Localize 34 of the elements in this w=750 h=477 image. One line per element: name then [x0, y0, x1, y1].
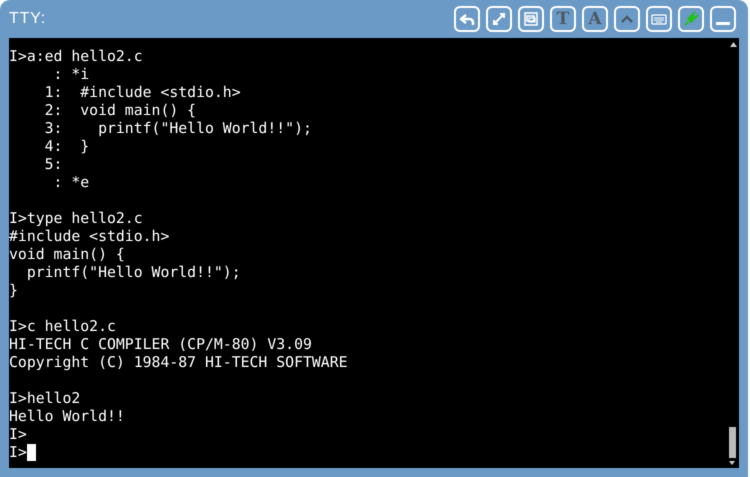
screen-icon — [522, 10, 540, 28]
undo-button[interactable] — [454, 6, 480, 32]
connect-button[interactable] — [678, 6, 704, 32]
terminal-line: 1: #include <stdio.h> — [44, 84, 241, 102]
fullscreen-button[interactable] — [486, 6, 512, 32]
terminal-line: 4: } — [44, 138, 90, 156]
expand-icon — [490, 10, 508, 28]
minimize-button[interactable] — [710, 6, 736, 32]
terminal-line: printf("Hello World!!"); — [26, 264, 241, 282]
terminal-line: #include <stdio.h> — [9, 228, 170, 246]
scrollbar-thumb[interactable] — [729, 427, 736, 458]
minimize-icon — [716, 22, 730, 24]
terminal-line: HI-TECH C COMPILER (CP/M-80) V3.09 — [9, 336, 312, 354]
terminal-line: : *i — [52, 66, 90, 84]
terminal-line: I>type hello2.c — [9, 210, 143, 228]
terminal-line: Hello World!! — [9, 408, 125, 426]
terminal-line: I> — [9, 444, 27, 462]
terminal-line: void main() { — [9, 246, 125, 264]
terminal-line: I>a:ed hello2.c — [9, 48, 143, 66]
plug-icon — [682, 10, 700, 28]
window-title: TTY: — [9, 9, 46, 29]
terminal-line: : *e — [52, 174, 90, 192]
keyboard-button[interactable] — [646, 6, 672, 32]
terminal-line: 2: void main() { — [44, 102, 196, 120]
terminal-line: I> — [9, 426, 27, 444]
terminal-line: } — [9, 282, 18, 300]
terminal-line: 5: — [44, 156, 62, 174]
terminal-line: I>hello2 — [9, 390, 80, 408]
terminal-line: Copyright (C) 1984-87 HI-TECH SOFTWARE — [9, 354, 348, 372]
scroll-down-icon[interactable] — [729, 461, 735, 465]
terminal-line: 3: printf("Hello World!!"); — [44, 120, 312, 138]
scroll-up-icon[interactable] — [730, 42, 737, 47]
terminal-line: I>c hello2.c — [9, 318, 116, 336]
screen-button[interactable] — [518, 6, 544, 32]
